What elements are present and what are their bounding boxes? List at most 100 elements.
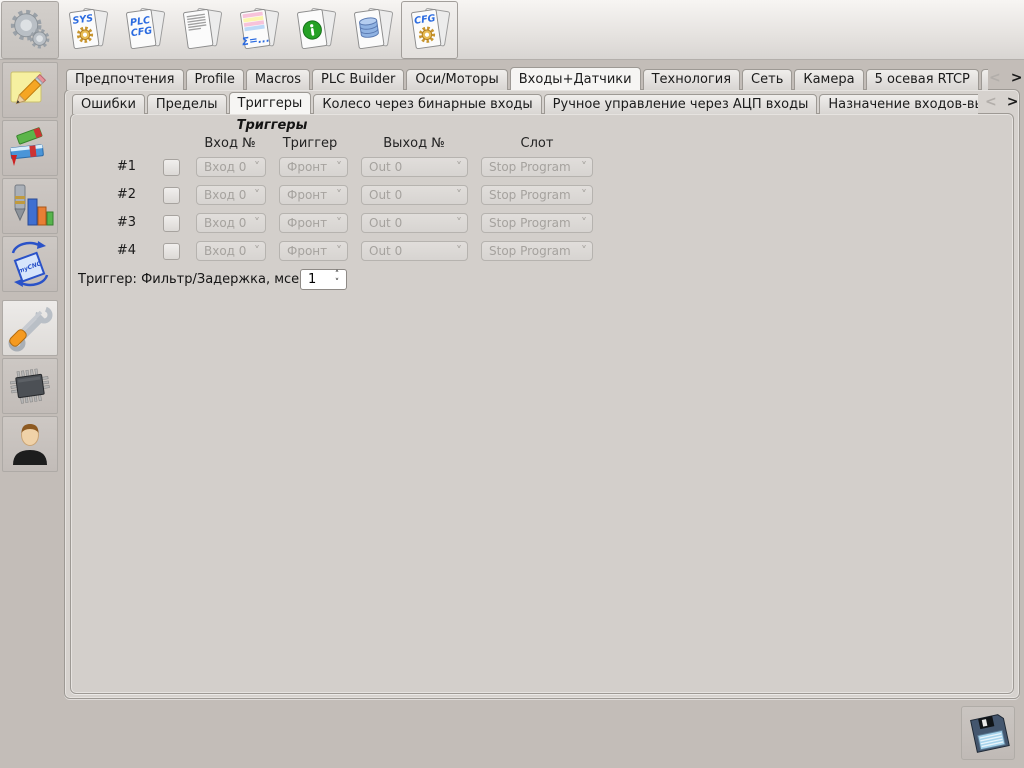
tab-technology[interactable]: Технология (642, 69, 741, 90)
output-number-dropdown[interactable]: Out 0 (361, 241, 468, 261)
dropdown-value: Вход 0 (204, 216, 247, 230)
tab-inputs-sensors[interactable]: Входы+Датчики (509, 67, 641, 90)
input-number-dropdown[interactable]: Вход 0 (196, 213, 266, 233)
output-number-dropdown[interactable]: Out 0 (361, 157, 468, 177)
tab-5axis-rtcp[interactable]: 5 осевая RTCP (865, 69, 979, 90)
column-header-slot: Слот (520, 136, 554, 151)
output-number-dropdown[interactable]: Out 0 (361, 185, 468, 205)
chevron-down-icon (254, 242, 260, 260)
row-label: #2 (116, 187, 136, 202)
dropdown-value: Вход 0 (204, 188, 247, 202)
tabbar2-scroll (985, 94, 1018, 110)
dropdown-value: Out 0 (369, 160, 403, 174)
note-pencil-icon (10, 71, 47, 105)
slot-dropdown[interactable]: Stop Program (481, 213, 593, 233)
trigger-row: #4 Вход 0 Фронт Out 0 Stop Program (0, 241, 720, 261)
scroll-prev-icon[interactable] (985, 94, 997, 110)
slot-dropdown[interactable]: Stop Program (481, 241, 593, 261)
chevron-down-icon (456, 242, 462, 260)
trigger-enabled-checkbox[interactable] (163, 187, 180, 204)
chevron-down-icon (254, 158, 260, 176)
tab-io-assignment[interactable]: Назначение входов-выходов плат расширени… (819, 94, 978, 114)
tab-network[interactable]: Сеть (742, 69, 793, 90)
trigger-edge-dropdown[interactable]: Фронт (279, 157, 348, 177)
scroll-next-icon[interactable] (1007, 94, 1019, 110)
tab-axes-motors[interactable]: Оси/Моторы (406, 69, 508, 90)
trigger-row: #1 Вход 0 Фронт Out 0 Stop Program (0, 157, 720, 177)
sidebar-item-notes[interactable] (2, 62, 58, 118)
dropdown-value: Out 0 (369, 216, 403, 230)
doc-text-button[interactable] (173, 1, 230, 59)
save-button[interactable] (961, 706, 1015, 760)
user-icon (13, 424, 47, 465)
dropdown-value: Stop Program (489, 160, 571, 174)
column-header-input: Вход № (204, 136, 256, 151)
dropdown-value: Stop Program (489, 216, 571, 230)
row-label: #4 (116, 243, 136, 258)
tab-profile[interactable]: Profile (185, 69, 244, 90)
trigger-row: #3 Вход 0 Фронт Out 0 Stop Program (0, 213, 720, 233)
floppy-save-icon (970, 714, 1010, 753)
sidebar-item-user[interactable] (2, 416, 58, 472)
input-number-dropdown[interactable]: Вход 0 (196, 241, 266, 261)
slot-dropdown[interactable]: Stop Program (481, 185, 593, 205)
system-settings-button[interactable] (1, 1, 59, 59)
tab-limits[interactable]: Пределы (146, 94, 227, 114)
sum-document-icon: Σ=... (239, 7, 279, 50)
doc-info-button[interactable] (287, 1, 344, 59)
chevron-down-icon (581, 158, 587, 176)
spinner-down-icon[interactable] (332, 279, 342, 288)
cfg-document-icon: CFG (410, 7, 450, 50)
doc-database-button[interactable] (344, 1, 401, 59)
tab-camera[interactable]: Камера (794, 69, 864, 90)
sidebar-item-settings[interactable] (2, 300, 58, 356)
text-document-icon (182, 7, 222, 50)
output-number-dropdown[interactable]: Out 0 (361, 213, 468, 233)
dropdown-value: Out 0 (369, 244, 403, 258)
trigger-enabled-checkbox[interactable] (163, 159, 180, 176)
input-number-dropdown[interactable]: Вход 0 (196, 157, 266, 177)
dropdown-value: Фронт (287, 216, 328, 230)
tabbar1-scroll (989, 70, 1022, 86)
chevron-down-icon (581, 186, 587, 204)
inputs-sensors-tabbar: Ошибки Пределы Триггеры Колесо через бин… (72, 92, 978, 114)
sidebar-item-hardware[interactable] (2, 358, 58, 414)
database-document-icon (353, 7, 393, 50)
dropdown-value: Фронт (287, 160, 328, 174)
chevron-down-icon (336, 158, 342, 176)
tab-triggers[interactable]: Триггеры (228, 92, 312, 114)
doc-macros-button[interactable]: Σ=... (230, 1, 287, 59)
trigger-enabled-checkbox[interactable] (163, 215, 180, 232)
doc-sys-button[interactable]: SYS (59, 1, 116, 59)
column-header-output: Выход № (383, 136, 445, 151)
tab-macros[interactable]: Macros (245, 69, 311, 90)
row-label: #3 (116, 215, 136, 230)
trigger-edge-dropdown[interactable]: Фронт (279, 185, 348, 205)
scroll-next-icon[interactable] (1011, 70, 1023, 86)
sys-document-icon: SYS (68, 7, 108, 50)
trigger-edge-dropdown[interactable]: Фронт (279, 241, 348, 261)
dropdown-value: Фронт (287, 188, 328, 202)
chevron-down-icon (336, 242, 342, 260)
slot-dropdown[interactable]: Stop Program (481, 157, 593, 177)
doc-cfg-button[interactable]: CFG (401, 1, 458, 59)
tab-plc-builder[interactable]: PLC Builder (312, 69, 405, 90)
scroll-prev-icon[interactable] (989, 70, 1001, 86)
dropdown-value: Вход 0 (204, 244, 247, 258)
tab-gamepad[interactable]: Геймпад (980, 69, 988, 90)
chevron-down-icon (254, 186, 260, 204)
chip-icon (9, 368, 50, 404)
tab-manual-adc-inputs[interactable]: Ручное управление через АЦП входы (543, 94, 818, 114)
info-document-icon (296, 7, 336, 50)
input-number-dropdown[interactable]: Вход 0 (196, 185, 266, 205)
tab-errors[interactable]: Ошибки (72, 94, 145, 114)
trigger-edge-dropdown[interactable]: Фронт (279, 213, 348, 233)
tab-preferences[interactable]: Предпочтения (66, 69, 184, 90)
doc-plc-cfg-button[interactable]: PLC CFG (116, 1, 173, 59)
trigger-enabled-checkbox[interactable] (163, 243, 180, 260)
filter-delay-spinner[interactable]: 1 (300, 269, 347, 290)
spinner-value: 1 (308, 272, 317, 287)
column-header-trigger: Триггер (282, 136, 338, 151)
tab-wheel-binary-inputs[interactable]: Колесо через бинарные входы (313, 94, 542, 114)
chevron-down-icon (456, 214, 462, 232)
